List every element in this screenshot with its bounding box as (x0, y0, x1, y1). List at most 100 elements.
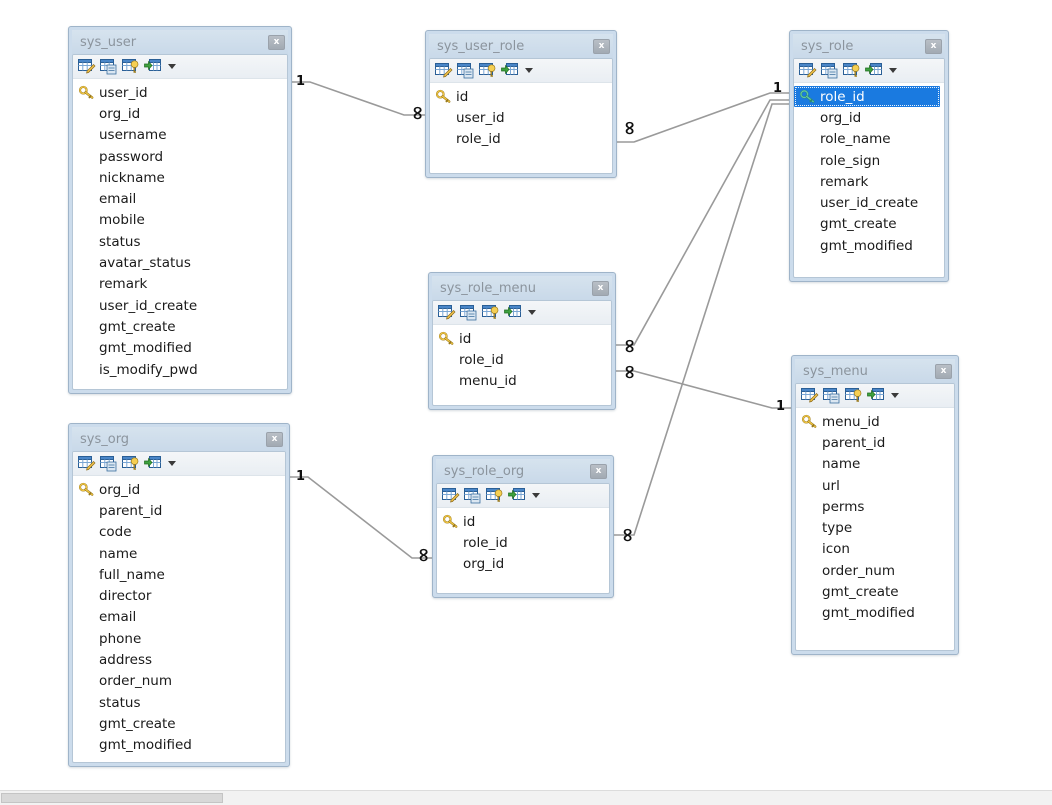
chevron-down-icon[interactable] (532, 493, 540, 498)
table-window-sys_org[interactable]: sys_org x org_id parent_id code name full_name… (68, 423, 290, 767)
table-key-icon[interactable] (843, 62, 861, 79)
horizontal-scrollbar-thumb[interactable] (1, 793, 223, 803)
table-toolbar[interactable] (433, 301, 611, 325)
relationship-sys_org-to-sys_role_org[interactable] (290, 476, 432, 559)
table-key-icon[interactable] (845, 387, 863, 404)
column-row[interactable]: id (437, 511, 609, 532)
table-toolbar[interactable] (73, 452, 285, 476)
relationship-sys_user_role-to-sys_role[interactable] (617, 92, 789, 143)
insert-row-icon[interactable] (501, 62, 519, 79)
table-window-sys_user_role[interactable]: sys_user_role x id user_id role_id (425, 30, 617, 178)
close-icon[interactable]: x (935, 363, 952, 379)
column-row[interactable]: mobile (73, 210, 287, 231)
column-row[interactable]: gmt_create (73, 713, 285, 734)
insert-row-icon[interactable] (508, 487, 526, 504)
column-row[interactable]: user_id_create (794, 192, 944, 213)
column-row[interactable]: nickname (73, 167, 287, 188)
column-row[interactable]: gmt_modified (73, 338, 287, 359)
insert-row-icon[interactable] (867, 387, 885, 404)
close-icon[interactable]: x (592, 280, 609, 296)
table-key-icon[interactable] (479, 62, 497, 79)
chevron-down-icon[interactable] (525, 68, 533, 73)
column-row[interactable]: address (73, 649, 285, 670)
table-titlebar-sys_user[interactable]: sys_user x (72, 30, 288, 54)
insert-row-icon[interactable] (504, 304, 522, 321)
column-row[interactable]: org_id (437, 554, 609, 575)
chevron-down-icon[interactable] (889, 68, 897, 73)
table-titlebar-sys_user_role[interactable]: sys_user_role x (429, 34, 613, 58)
relationship-sys_role_menu-to-sys_menu[interactable] (616, 370, 791, 409)
column-row[interactable]: org_id (73, 479, 285, 500)
column-row[interactable]: name (73, 543, 285, 564)
column-row[interactable]: role_id (437, 532, 609, 553)
column-row[interactable]: parent_id (796, 432, 954, 453)
edit-table-icon[interactable] (435, 62, 453, 79)
table-titlebar-sys_role[interactable]: sys_role x (793, 34, 945, 58)
column-row[interactable]: avatar_status (73, 252, 287, 273)
column-row[interactable]: status (73, 692, 285, 713)
close-icon[interactable]: x (593, 38, 610, 54)
column-row[interactable]: role_sign (794, 150, 944, 171)
column-row[interactable]: perms (796, 496, 954, 517)
table-window-sys_user[interactable]: sys_user x user_id org_id username password ni… (68, 26, 292, 394)
edit-table-icon[interactable] (78, 58, 96, 75)
chevron-down-icon[interactable] (168, 461, 176, 466)
diagram-canvas[interactable]: 1 ∞ ∞ 1 ∞ ∞ 1 ∞ 1 ∞ sys_user x user_id org_id usernam… (0, 0, 1052, 790)
table-key-icon[interactable] (122, 455, 140, 472)
column-row[interactable]: user_id (73, 82, 287, 103)
table-toolbar[interactable] (430, 59, 612, 83)
column-row[interactable]: code (73, 522, 285, 543)
table-titlebar-sys_menu[interactable]: sys_menu x (795, 359, 955, 383)
close-icon[interactable]: x (266, 431, 283, 447)
column-row[interactable]: order_num (73, 671, 285, 692)
column-row[interactable]: role_name (794, 129, 944, 150)
column-row[interactable]: org_id (73, 103, 287, 124)
table-data-icon[interactable] (100, 455, 118, 472)
table-key-icon[interactable] (482, 304, 500, 321)
column-row[interactable]: url (796, 475, 954, 496)
table-titlebar-sys_role_org[interactable]: sys_role_org x (436, 459, 610, 483)
insert-row-icon[interactable] (144, 58, 162, 75)
column-row[interactable]: name (796, 454, 954, 475)
column-row[interactable]: user_id_create (73, 295, 287, 316)
column-row[interactable]: full_name (73, 564, 285, 585)
column-row-selected[interactable]: role_id (794, 86, 940, 108)
chevron-down-icon[interactable] (168, 64, 176, 69)
table-toolbar[interactable] (796, 384, 954, 408)
column-row[interactable]: order_num (796, 560, 954, 581)
edit-table-icon[interactable] (801, 387, 819, 404)
column-row[interactable]: gmt_create (73, 316, 287, 337)
edit-table-icon[interactable] (78, 455, 96, 472)
column-row[interactable]: director (73, 585, 285, 606)
column-row[interactable]: role_id (433, 349, 611, 370)
column-row[interactable]: parent_id (73, 500, 285, 521)
table-data-icon[interactable] (823, 387, 841, 404)
horizontal-scrollbar[interactable] (0, 790, 1052, 805)
table-titlebar-sys_role_menu[interactable]: sys_role_menu x (432, 276, 612, 300)
column-row[interactable]: gmt_create (796, 581, 954, 602)
column-row[interactable]: id (430, 86, 612, 107)
chevron-down-icon[interactable] (528, 310, 536, 315)
column-row[interactable]: icon (796, 539, 954, 560)
column-row[interactable]: menu_id (433, 371, 611, 392)
table-data-icon[interactable] (460, 304, 478, 321)
column-row[interactable]: password (73, 146, 287, 167)
close-icon[interactable]: x (925, 38, 942, 54)
table-toolbar[interactable] (437, 484, 609, 508)
column-row[interactable]: menu_id (796, 411, 954, 432)
close-icon[interactable]: x (268, 34, 285, 50)
column-row[interactable]: is_modify_pwd (73, 359, 287, 380)
edit-table-icon[interactable] (799, 62, 817, 79)
table-window-sys_menu[interactable]: sys_menu x menu_id parent_id name url perms typ… (791, 355, 959, 655)
relationship-sys_role_org-to-sys_role[interactable] (614, 103, 789, 536)
column-row[interactable]: org_id (794, 107, 944, 128)
edit-table-icon[interactable] (442, 487, 460, 504)
relationship-sys_user-to-sys_user_role[interactable] (292, 81, 425, 116)
insert-row-icon[interactable] (144, 455, 162, 472)
column-row[interactable]: user_id (430, 107, 612, 128)
column-row[interactable]: email (73, 188, 287, 209)
table-window-sys_role[interactable]: sys_role x role_id org_id role_name role_sign… (789, 30, 949, 282)
column-row[interactable]: gmt_modified (794, 235, 944, 256)
table-toolbar[interactable] (794, 59, 944, 83)
column-row[interactable]: remark (794, 171, 944, 192)
